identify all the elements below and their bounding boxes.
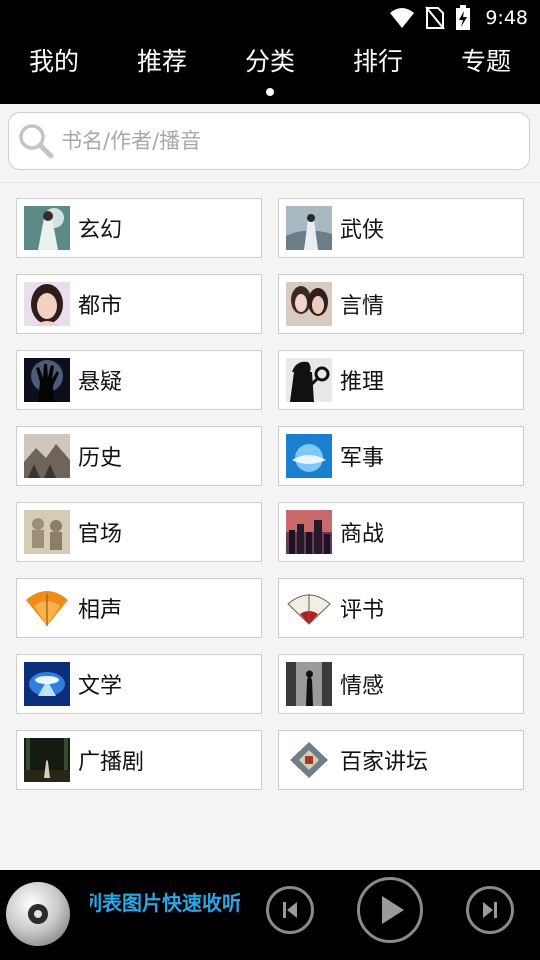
search-box[interactable] — [8, 112, 530, 170]
tab-category[interactable]: 分类 — [222, 46, 318, 96]
category-label: 武侠 — [340, 218, 385, 243]
tab-ranking[interactable]: 排行 — [330, 46, 426, 78]
search-icon — [19, 124, 54, 159]
category-label: 商战 — [340, 522, 385, 547]
category-label: 推理 — [340, 370, 385, 395]
martial-arts-thumbnail — [286, 206, 332, 250]
mini-player: 列表图片快速收听 — [0, 870, 540, 960]
now-playing-text: 列表图片快速收听 — [90, 891, 240, 915]
category-military[interactable]: 军事 — [278, 426, 524, 486]
category-detective[interactable]: 推理 — [278, 350, 524, 410]
suspense-thumbnail — [24, 358, 70, 402]
category-label: 广播剧 — [78, 750, 145, 775]
category-crosstalk[interactable]: 相声 — [16, 578, 262, 638]
status-bar: 9:48 — [0, 0, 540, 36]
emotion-thumbnail — [286, 662, 332, 706]
category-officialdom[interactable]: 官场 — [16, 502, 262, 562]
tab-recommend[interactable]: 推荐 — [114, 46, 210, 78]
cd-disc-icon[interactable] — [5, 881, 71, 947]
top-navigation: 我的 推荐 分类 排行 专题 — [0, 36, 540, 104]
active-tab-indicator — [266, 88, 274, 96]
category-label: 官场 — [78, 522, 123, 547]
category-emotion[interactable]: 情感 — [278, 654, 524, 714]
category-business[interactable]: 商战 — [278, 502, 524, 562]
tab-label: 排行 — [352, 47, 403, 76]
tab-label: 推荐 — [136, 47, 187, 76]
romance-thumbnail — [286, 282, 332, 326]
previous-track-button[interactable] — [266, 886, 314, 934]
clock: 9:48 — [485, 7, 528, 29]
tab-mine[interactable]: 我的 — [6, 46, 102, 78]
category-label: 军事 — [340, 446, 385, 471]
tab-label: 我的 — [28, 47, 79, 76]
radio-drama-thumbnail — [24, 738, 70, 782]
category-history[interactable]: 历史 — [16, 426, 262, 486]
category-label: 情感 — [340, 674, 385, 699]
crosstalk-fan-thumbnail — [24, 586, 70, 630]
skip-next-icon — [483, 902, 497, 918]
category-label: 评书 — [340, 598, 385, 623]
category-martial-arts[interactable]: 武侠 — [278, 198, 524, 258]
category-label: 言情 — [340, 294, 385, 319]
category-label: 悬疑 — [78, 370, 123, 395]
detective-thumbnail — [286, 358, 332, 402]
category-storytelling[interactable]: 评书 — [278, 578, 524, 638]
category-romance[interactable]: 言情 — [278, 274, 524, 334]
status-icons: 9:48 — [389, 4, 528, 32]
lecture-room-thumbnail — [286, 738, 332, 782]
no-sim-icon — [425, 6, 446, 30]
urban-thumbnail — [24, 282, 70, 326]
category-lecture-room[interactable]: 百家讲坛 — [278, 730, 524, 790]
next-track-button[interactable] — [466, 886, 514, 934]
search-input[interactable] — [61, 129, 501, 153]
category-label: 玄幻 — [78, 218, 123, 243]
storytelling-fan-thumbnail — [286, 586, 332, 630]
category-literature[interactable]: 文学 — [16, 654, 262, 714]
history-thumbnail — [24, 434, 70, 478]
category-label: 都市 — [78, 294, 123, 319]
category-fantasy[interactable]: 玄幻 — [16, 198, 262, 258]
category-label: 相声 — [78, 598, 123, 623]
officialdom-thumbnail — [24, 510, 70, 554]
search-area — [0, 104, 540, 183]
category-label: 百家讲坛 — [340, 750, 429, 775]
category-label: 文学 — [78, 674, 123, 699]
tab-label: 分类 — [244, 47, 295, 76]
fantasy-thumbnail — [24, 206, 70, 250]
battery-charging-icon — [456, 5, 471, 30]
category-suspense[interactable]: 悬疑 — [16, 350, 262, 410]
military-thumbnail — [286, 434, 332, 478]
tab-topics[interactable]: 专题 — [438, 46, 534, 78]
category-radio-drama[interactable]: 广播剧 — [16, 730, 262, 790]
literature-thumbnail — [24, 662, 70, 706]
skip-previous-icon — [283, 902, 297, 918]
wifi-icon — [390, 8, 415, 28]
play-icon — [382, 896, 404, 924]
play-button[interactable] — [357, 877, 423, 943]
now-playing-marquee[interactable]: 列表图片快速收听 — [90, 888, 240, 918]
category-urban[interactable]: 都市 — [16, 274, 262, 334]
tab-label: 专题 — [460, 47, 511, 76]
category-label: 历史 — [78, 446, 123, 471]
business-thumbnail — [286, 510, 332, 554]
